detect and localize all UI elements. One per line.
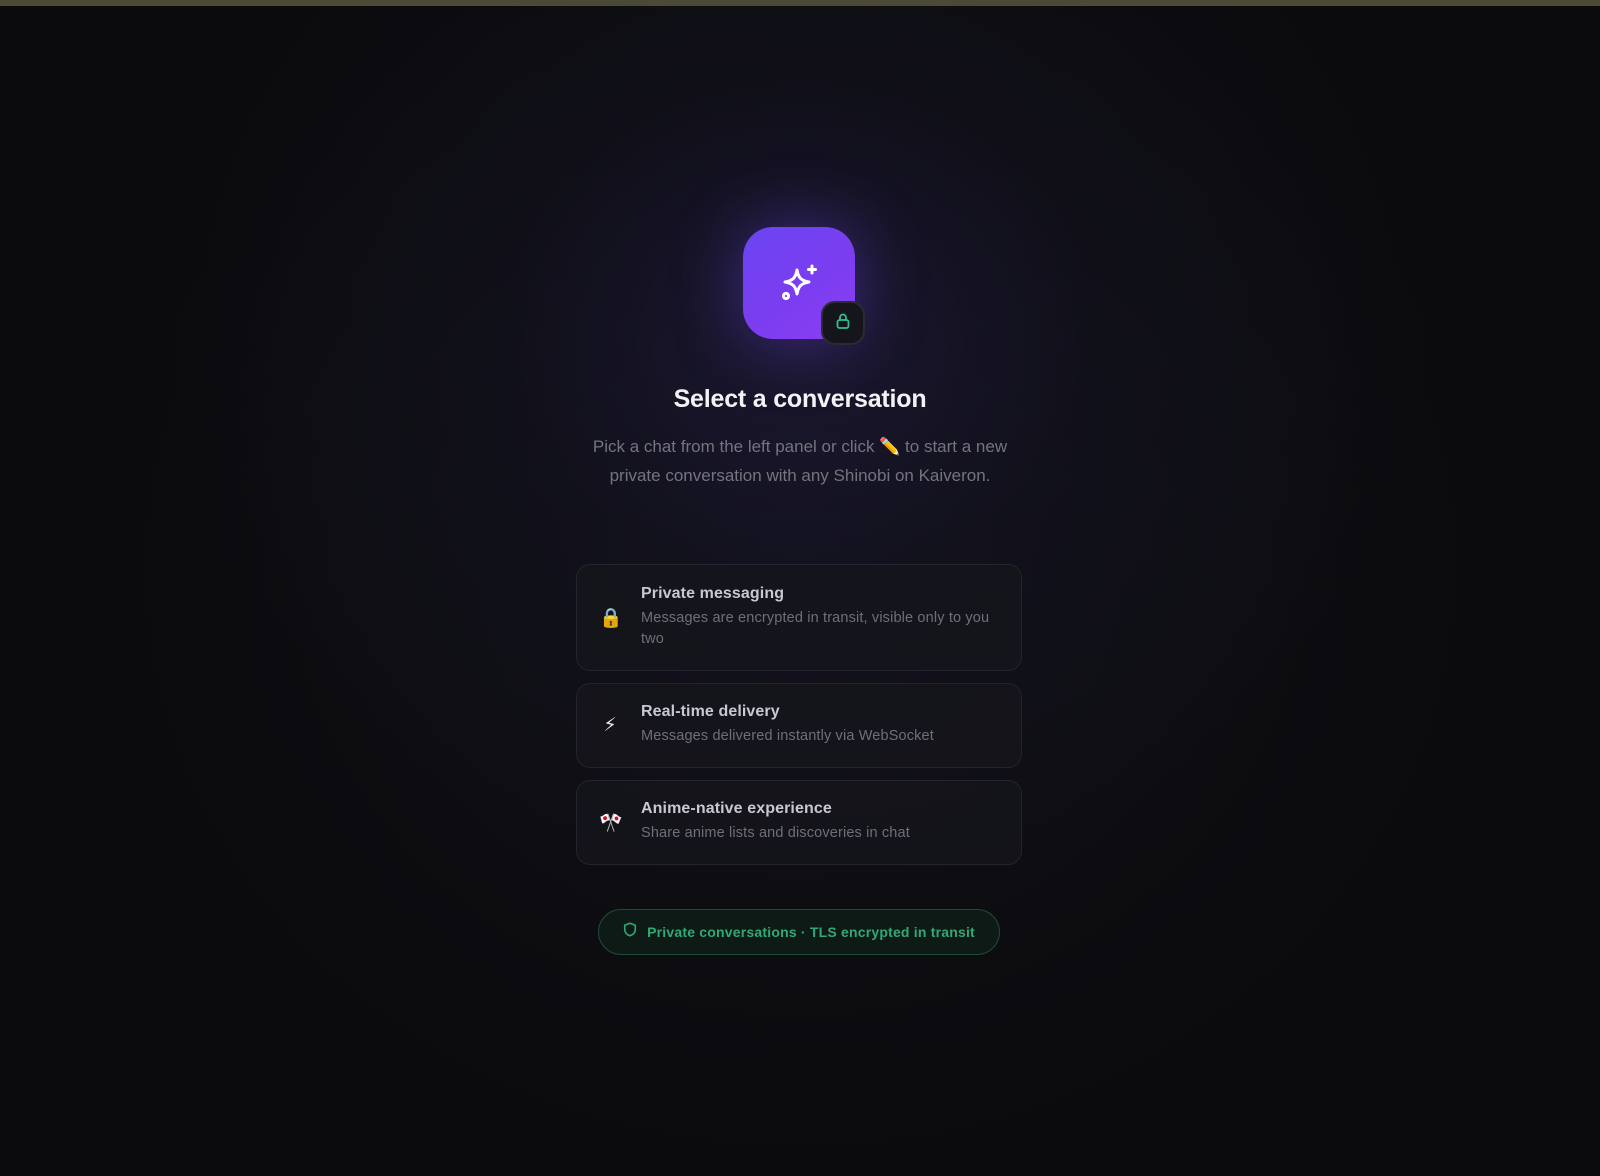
feature-list: 🔒 Private messaging Messages are encrypt… xyxy=(576,564,1022,877)
feature-card-private-messaging: 🔒 Private messaging Messages are encrypt… xyxy=(576,564,1022,671)
lock-badge xyxy=(821,301,865,345)
lightning-emoji-icon: ⚡ xyxy=(603,715,617,736)
feature-card-real-time-delivery: ⚡ Real-time delivery Messages delivered … xyxy=(576,683,1022,768)
page-title: Select a conversation xyxy=(673,385,927,413)
feature-description: Share anime lists and discoveries in cha… xyxy=(641,825,910,842)
feature-description: Messages delivered instantly via WebSock… xyxy=(641,728,934,745)
feature-title: Real-time delivery xyxy=(641,703,780,721)
crossed-flags-emoji-icon: 🎌 xyxy=(599,812,623,834)
lock-icon xyxy=(834,312,852,335)
feature-description: Messages are encrypted in transit, visib… xyxy=(641,609,990,648)
shield-icon xyxy=(623,922,637,942)
feature-card-anime-native: 🎌 Anime-native experience Share anime li… xyxy=(576,780,1022,865)
feature-title: Anime-native experience xyxy=(641,800,832,818)
empty-state: Select a conversation Pick a chat from t… xyxy=(0,0,1600,1176)
encryption-status-badge: Private conversations · TLS encrypted in… xyxy=(598,909,1000,955)
lock-emoji-icon: 🔒 xyxy=(599,607,623,629)
encryption-status-text: Private conversations · TLS encrypted in… xyxy=(647,924,975,940)
page-subtitle: Pick a chat from the left panel or click… xyxy=(592,437,1008,485)
feature-title: Private messaging xyxy=(641,584,785,602)
